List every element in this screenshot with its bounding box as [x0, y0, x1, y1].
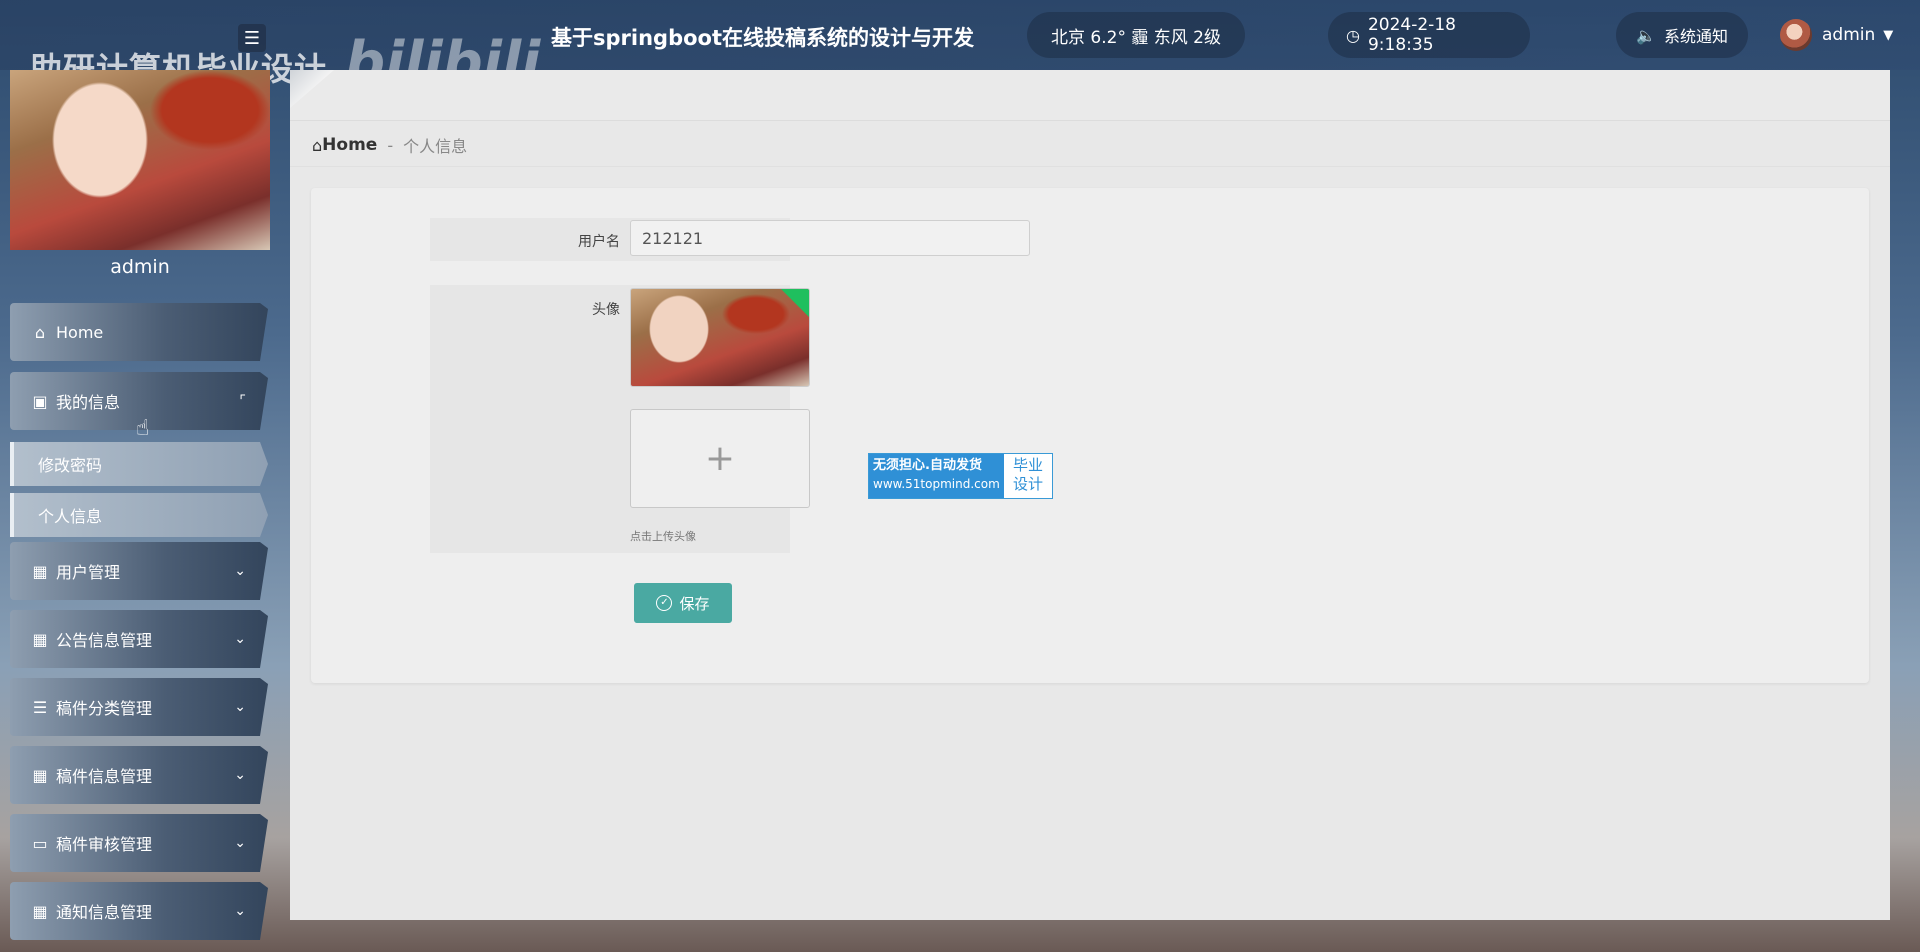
avatar-thumbnail[interactable]: [630, 288, 810, 387]
breadcrumb-home-link[interactable]: Home: [322, 135, 377, 155]
breadcrumb-current: 个人信息: [403, 137, 468, 156]
chevron-down-icon: ⌄: [234, 631, 246, 647]
username-input[interactable]: [630, 220, 1030, 256]
sidebar-item-notification-management[interactable]: ▦ 通知信息管理 ⌄: [10, 882, 268, 940]
chevron-up-icon: ⌜: [239, 393, 246, 409]
weather-text: 北京 6.2° 霾 东风 2级: [1051, 27, 1221, 48]
chevron-down-icon: ⌄: [234, 835, 246, 851]
datetime-text: 2024-2-18 9:18:35: [1367, 15, 1456, 55]
sidebar-subitem-label: 修改密码: [38, 456, 103, 475]
speaker-icon: 🔈: [1636, 25, 1656, 45]
sidebar-item-label: 稿件信息管理: [56, 767, 153, 786]
weather-widget: 北京 6.2° 霾 东风 2级: [1027, 12, 1245, 58]
sidebar-item-label: 我的信息: [56, 393, 121, 412]
sidebar-item-home[interactable]: ⌂ Home: [10, 303, 268, 361]
breadcrumb: ⌂ Home - 个人信息: [312, 133, 467, 157]
username-label: 用户名: [578, 234, 620, 250]
chevron-down-icon: ⌄: [234, 699, 246, 715]
avatar-upload-button[interactable]: +: [630, 409, 810, 508]
clock-widget: ◷ 2024-2-18 9:18:35: [1328, 12, 1530, 58]
upload-success-check-icon: [781, 289, 809, 317]
avatar: [1780, 19, 1812, 51]
grid-icon: ▦: [32, 629, 48, 649]
ad-badge: 无须担心.自动发货 www.51topmind.com 毕业 设计: [868, 453, 1053, 499]
save-button-label: 保存: [679, 594, 710, 613]
avatar-label: 头像: [592, 302, 620, 318]
sidebar-item-review-management[interactable]: ▭ 稿件审核管理 ⌄: [10, 814, 268, 872]
sidebar-item-label: Home: [56, 322, 104, 342]
sidebar-item-label: 通知信息管理: [56, 903, 153, 922]
ad-badge-line1: 无须担心.自动发货: [873, 458, 982, 473]
menu-icon[interactable]: ☰: [238, 24, 266, 52]
caret-down-icon: ▼: [1883, 27, 1894, 43]
sidebar-item-category-management[interactable]: ☰ 稿件分类管理 ⌄: [10, 678, 268, 736]
header-username: admin: [1822, 25, 1876, 45]
grid-icon: ▦: [32, 765, 48, 785]
chevron-down-icon: ⌄: [234, 767, 246, 783]
sidebar-item-label: 用户管理: [56, 563, 121, 582]
home-icon: ⌂: [312, 135, 323, 155]
ad-badge-left: 无须担心.自动发货 www.51topmind.com: [869, 454, 1004, 498]
home-icon: ⌂: [34, 322, 46, 342]
sidebar-avatar-photo: [10, 70, 270, 250]
sidebar-item-manuscript-management[interactable]: ▦ 稿件信息管理 ⌄: [10, 746, 268, 804]
grid-icon: ▦: [32, 901, 48, 921]
sidebar-item-announcement-management[interactable]: ▦ 公告信息管理 ⌄: [10, 610, 268, 668]
panel-top-strip: [290, 70, 1890, 121]
check-circle-icon: ✓: [656, 595, 673, 611]
user-menu[interactable]: admin ▼: [1780, 18, 1893, 52]
clock-icon: ◷: [1346, 25, 1360, 45]
ad-badge-line2: www.51topmind.com: [873, 477, 1000, 491]
sidebar-item-label: 公告信息管理: [56, 631, 153, 650]
breadcrumb-bar: [290, 120, 1890, 167]
sidebar-username: admin: [110, 256, 170, 278]
sidebar-subitem-change-password[interactable]: 修改密码: [10, 442, 268, 486]
system-notice-label: 系统通知: [1663, 27, 1728, 46]
monitor-icon: ▭: [32, 833, 48, 853]
site-title: 基于springboot在线投稿系统的设计与开发: [551, 26, 974, 50]
plus-icon: +: [704, 438, 736, 479]
sidebar-item-user-management[interactable]: ▦ 用户管理 ⌄: [10, 542, 268, 600]
system-notice-button[interactable]: 🔈 系统通知: [1616, 12, 1748, 58]
wallet-icon: ▣: [32, 391, 48, 411]
ad-badge-right: 毕业 设计: [1012, 456, 1043, 493]
sliders-icon: ☰: [32, 697, 48, 717]
save-button[interactable]: ✓ 保存: [634, 583, 732, 623]
upload-hint: 点击上传头像: [630, 530, 696, 543]
sidebar-subitem-personal-info[interactable]: 个人信息: [10, 493, 268, 537]
sidebar-item-label: 稿件审核管理: [56, 835, 153, 854]
chevron-down-icon: ⌄: [234, 563, 246, 579]
chevron-down-icon: ⌄: [234, 903, 246, 919]
pointer-cursor-icon: ☝: [136, 416, 150, 441]
sidebar-subitem-label: 个人信息: [38, 507, 103, 526]
sidebar-item-label: 稿件分类管理: [56, 699, 153, 718]
breadcrumb-separator: -: [387, 135, 394, 155]
grid-icon: ▦: [32, 561, 48, 581]
